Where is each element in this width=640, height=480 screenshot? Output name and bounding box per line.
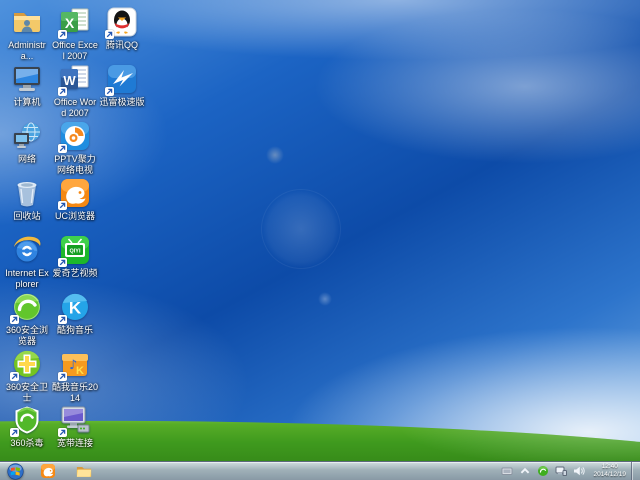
desktop-icon-tencent-qq[interactable]: 腾讯QQ	[99, 6, 145, 51]
taskbar-clock[interactable]: 12:40 2014/12/19	[588, 463, 631, 479]
icon-label: 爱奇艺视频	[52, 268, 98, 278]
icon-label: Office Word 2007	[53, 97, 97, 118]
desktop-icon-uc-browser[interactable]: UC浏览器	[52, 177, 98, 222]
icon-label: Office Excel 2007	[52, 40, 98, 61]
icon-label: 计算机	[13, 97, 41, 107]
desktop-icon-iqiyi-video[interactable]: QIYI 爱奇艺视频	[52, 234, 98, 279]
desktop-icon-360-safe-guard[interactable]: 360安全卫士	[4, 348, 50, 404]
desktop-icon-xunlei-speed[interactable]: 迅雷极速版	[99, 63, 145, 108]
network-icon	[11, 120, 43, 152]
tray-app-icon[interactable]	[500, 464, 514, 478]
icon-label: 360安全浏览器	[5, 325, 49, 346]
desktop-icon-recycle-bin[interactable]: 回收站	[4, 177, 50, 222]
desktop-icon-360-antivirus[interactable]: 360杀毒	[4, 404, 50, 449]
icon-label: 腾讯QQ	[105, 40, 138, 50]
windows-start-orb-icon	[6, 462, 24, 480]
desktop-icon-grid: Administra... X Office Excel 2007 腾讯QQ 计…	[0, 0, 640, 480]
svg-text:X: X	[65, 15, 75, 31]
desktop-icon-office-word-2007[interactable]: W Office Word 2007	[52, 63, 98, 119]
uc-browser-taskbar-button[interactable]	[30, 462, 66, 480]
shortcut-arrow-icon	[58, 30, 67, 39]
desktop-icon-office-excel-2007[interactable]: X Office Excel 2007	[52, 6, 98, 62]
network-tray-icon[interactable]	[554, 464, 568, 478]
recycle-bin-icon	[11, 177, 43, 209]
icon-label: 360安全卫士	[5, 382, 49, 403]
icon-label: Administra...	[8, 40, 46, 61]
desktop-icon-pptv-network-tv[interactable]: PPTV聚力 网络电视	[52, 120, 98, 176]
icon-label: 360杀毒	[10, 438, 44, 448]
desktop-icon-kuwo-music-2014[interactable]: ♪ K 酷我音乐2014	[52, 348, 98, 404]
desktop-screen: Administra... X Office Excel 2007 腾讯QQ 计…	[0, 0, 640, 480]
icon-label: 迅雷极速版	[99, 97, 145, 107]
volume-tray-icon[interactable]	[572, 464, 586, 478]
shortcut-arrow-icon	[58, 315, 67, 324]
clock-time: 12:40	[601, 463, 618, 470]
desktop-icon-administrator-folder[interactable]: Administra...	[4, 6, 50, 62]
clock-date: 2014/12/19	[593, 471, 626, 478]
icon-label: 宽带连接	[56, 438, 93, 448]
svg-text:K: K	[76, 365, 84, 377]
shortcut-arrow-icon	[58, 258, 67, 267]
shortcut-arrow-icon	[10, 428, 19, 437]
svg-text:QIYI: QIYI	[69, 249, 80, 255]
shortcut-arrow-icon	[105, 30, 114, 39]
desktop-icon-computer[interactable]: 计算机	[4, 63, 50, 108]
show-desktop-button[interactable]	[631, 462, 640, 480]
shortcut-arrow-icon	[105, 87, 114, 96]
shortcut-arrow-icon	[58, 372, 67, 381]
icon-label: Internet Explorer	[5, 268, 49, 289]
icon-label: 网络	[17, 154, 36, 164]
desktop-icon-broadband-connection[interactable]: 宽带连接	[52, 404, 98, 449]
hidden-icons-chevron-icon[interactable]	[518, 464, 532, 478]
icon-label: 酷狗音乐	[56, 325, 93, 335]
shortcut-arrow-icon	[58, 201, 67, 210]
windows-explorer-taskbar-button[interactable]	[66, 462, 102, 480]
desktop-icon-kugou-music[interactable]: K 酷狗音乐	[52, 291, 98, 336]
svg-text:K: K	[69, 299, 82, 318]
icon-label: PPTV聚力 网络电视	[54, 154, 96, 175]
desktop-icon-network[interactable]: 网络	[4, 120, 50, 165]
administrator-folder-icon	[11, 6, 43, 38]
shortcut-arrow-icon	[58, 428, 67, 437]
icon-label: 酷我音乐2014	[52, 382, 99, 403]
shortcut-arrow-icon	[58, 144, 67, 153]
desktop-icon-internet-explorer[interactable]: Internet Explorer	[4, 234, 50, 290]
shortcut-arrow-icon	[10, 372, 19, 381]
internet-explorer-icon	[11, 234, 43, 266]
360-safety-tray-icon[interactable]	[536, 464, 550, 478]
system-tray	[500, 462, 588, 480]
icon-label: 回收站	[13, 211, 41, 221]
icon-label: UC浏览器	[55, 211, 95, 221]
start-button[interactable]	[0, 462, 30, 480]
taskbar: 12:40 2014/12/19	[0, 461, 640, 480]
shortcut-arrow-icon	[58, 87, 67, 96]
shortcut-arrow-icon	[10, 315, 19, 324]
desktop-icon-360-secure-browser[interactable]: 360安全浏览器	[4, 291, 50, 347]
svg-text:W: W	[63, 73, 76, 88]
computer-icon	[11, 63, 43, 95]
